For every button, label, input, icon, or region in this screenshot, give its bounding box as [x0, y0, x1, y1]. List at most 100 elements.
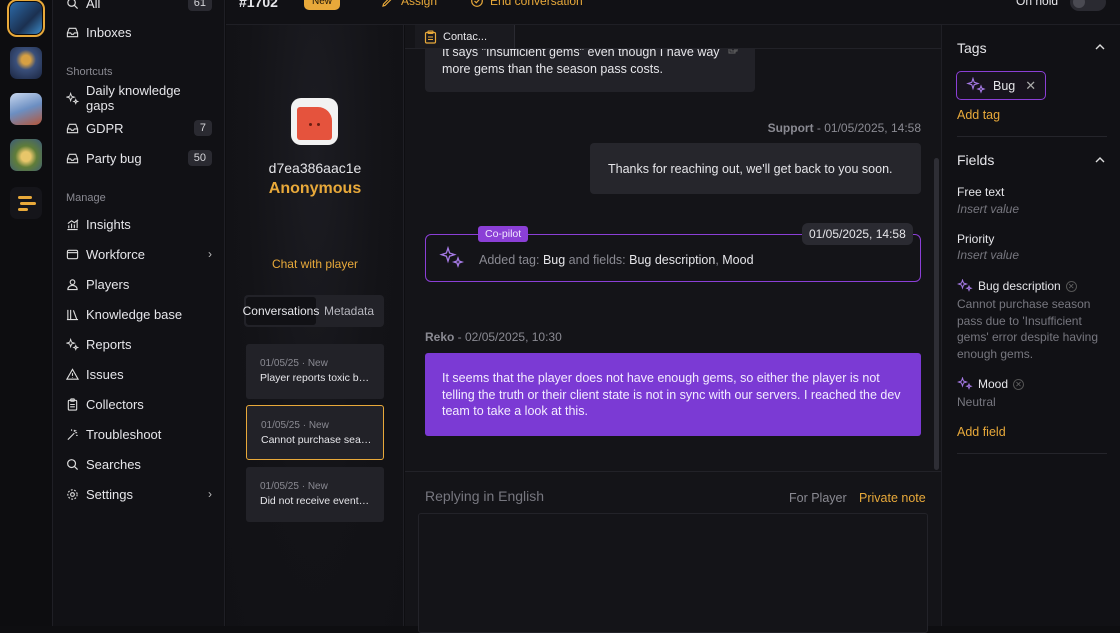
count-badge: 61 [187, 0, 212, 11]
conversation-item[interactable]: 01/05/25 · New Player reports toxic be..… [246, 344, 384, 399]
sidebar-item-label: GDPR [86, 120, 124, 136]
conversation-title: Cannot purchase seas... [261, 434, 373, 446]
sidebar-item-workforce[interactable]: Workforce › [66, 244, 212, 264]
sidebar-item-players[interactable]: Players [66, 274, 212, 294]
tag-label: Bug [993, 78, 1016, 93]
top-bar [226, 0, 1120, 25]
inbox-icon [66, 153, 79, 163]
free-text-value[interactable]: Insert value [957, 202, 1019, 216]
user-icon [67, 278, 78, 290]
end-conversation-label: End conversation [490, 0, 583, 8]
brand-logo-icon[interactable] [10, 187, 42, 219]
sidebar-item-label: Issues [86, 366, 124, 382]
conversation-title: Player reports toxic be... [260, 372, 372, 384]
toggle-knob [1073, 0, 1085, 8]
on-hold-toggle[interactable] [1070, 0, 1106, 11]
sidebar-item-reports[interactable]: Reports [66, 334, 212, 354]
player-id: d7ea386aac1e [268, 160, 362, 176]
player-message-line-2: more gems than the season pass costs. [442, 62, 663, 76]
sidebar-item-party-bug[interactable]: Party bug 50 [66, 148, 212, 168]
sidebar-item-label: Troubleshoot [86, 426, 162, 442]
game-icon-4[interactable] [10, 139, 42, 171]
agent-time: - 02/05/2025, 10:30 [454, 330, 562, 344]
conversation-item[interactable]: 01/05/25 · New Did not receive event r..… [246, 467, 384, 522]
assign-button[interactable]: Assign [381, 0, 437, 8]
add-tag-link[interactable]: Add tag [957, 108, 1000, 122]
copilot-tag: Bug [542, 253, 566, 267]
count-badge: 50 [187, 150, 212, 166]
warning-icon [66, 367, 79, 380]
clear-icon[interactable]: ✕ [1013, 378, 1025, 390]
end-conversation-button[interactable]: End conversation [470, 0, 583, 8]
copilot-text: Added tag: Bug and fields: Bug descripti… [479, 253, 754, 267]
sidebar-item-settings[interactable]: Settings › [66, 484, 212, 504]
assign-label: Assign [401, 0, 438, 8]
sidebar-item-label: Party bug [86, 150, 142, 166]
avatar [291, 98, 338, 145]
for-player-option[interactable]: For Player [789, 491, 847, 505]
ticket-id: #1702 [239, 0, 278, 10]
sidebar-item-label: Inboxes [86, 24, 132, 40]
chevron-up-icon[interactable] [1095, 43, 1105, 51]
sidebar-item-label: Reports [86, 336, 132, 352]
sidebar-item-all[interactable]: All 61 [66, 0, 212, 13]
sidebar-item-searches[interactable]: Searches [66, 454, 212, 474]
chat-with-player-link[interactable]: Chat with player [226, 257, 404, 271]
sidebar-item-inboxes[interactable]: Inboxes [66, 22, 212, 42]
game-icon-2[interactable] [10, 47, 42, 79]
field-label-text: Priority [957, 232, 995, 246]
bug-description-value[interactable]: Cannot purchase season pass due to 'Insu… [957, 296, 1107, 362]
sidebar-item-label: Collectors [86, 396, 144, 412]
support-message-bubble: Thanks for reaching out, we'll get back … [590, 143, 921, 194]
mood-value[interactable]: Neutral [957, 395, 996, 409]
priority-value[interactable]: Insert value [957, 248, 1019, 262]
fields-title: Fields [957, 152, 995, 168]
chat-scrollbar[interactable] [934, 158, 939, 470]
sidebar-item-daily-knowledge-gaps[interactable]: Daily knowledge gaps [66, 83, 212, 113]
tag-chip-bug[interactable]: Bug ✕ [956, 71, 1047, 100]
sidebar-item-label: Knowledge base [86, 306, 183, 322]
support-message-header: Support - 01/05/2025, 14:58 [768, 121, 921, 135]
player-name: Anonymous [268, 180, 362, 197]
private-note-option[interactable]: Private note [859, 491, 926, 505]
chat-thread: It says "Insufficient gems" even though … [405, 25, 941, 472]
tab-conversations[interactable]: Conversations [243, 297, 319, 325]
reply-textarea[interactable] [418, 513, 928, 633]
sidebar-item-issues[interactable]: Issues [66, 364, 212, 384]
copilot-field-2: Mood [722, 253, 754, 267]
pen-icon [382, 0, 392, 7]
app-rail [0, 0, 53, 626]
conversation-meta: 01/05/25 · New [260, 481, 328, 492]
chevron-right-icon: › [208, 487, 212, 501]
tab-metadata[interactable]: Metadata [316, 297, 382, 325]
clear-icon[interactable]: ✕ [1065, 280, 1077, 292]
support-time: - 01/05/2025, 14:58 [813, 121, 921, 135]
game-icon-1[interactable] [7, 0, 45, 37]
conversation-item-selected[interactable]: 01/05/25 · New Cannot purchase seas... [246, 405, 384, 460]
sidebar-item-gdpr[interactable]: GDPR 7 [66, 118, 212, 138]
status-badge: New [304, 0, 341, 10]
add-field-link[interactable]: Add field [957, 425, 1006, 439]
check-circle-icon [471, 0, 483, 7]
avatar-shape [297, 107, 332, 140]
priority-label: Priority [957, 232, 994, 246]
sidebar-item-troubleshoot[interactable]: Troubleshoot [66, 424, 212, 444]
chevron-up-icon[interactable] [1095, 156, 1105, 164]
close-icon[interactable]: ✕ [1025, 78, 1036, 94]
inbox-icon [66, 27, 79, 37]
sidebar-item-knowledge-base[interactable]: Knowledge base [66, 304, 212, 324]
sidebar-item-insights[interactable]: Insights [66, 214, 212, 234]
contact-tab-bar: Contac... [405, 25, 941, 49]
tags-title: Tags [957, 40, 987, 56]
sidebar-item-label: Settings [86, 486, 133, 502]
sparkle-icon [439, 246, 465, 269]
field-label-text: Mood [978, 377, 1009, 391]
sidebar-item-label: All [86, 0, 101, 11]
game-icon-3[interactable] [10, 93, 42, 125]
shortcuts-section-title: Shortcuts [66, 66, 113, 78]
count-badge: 7 [193, 120, 212, 136]
free-text-label: Free text [957, 185, 1004, 199]
sidebar-item-label: Players [86, 276, 130, 292]
sidebar-item-collectors[interactable]: Collectors [66, 394, 212, 414]
contact-tab[interactable]: Contac... [415, 25, 515, 48]
